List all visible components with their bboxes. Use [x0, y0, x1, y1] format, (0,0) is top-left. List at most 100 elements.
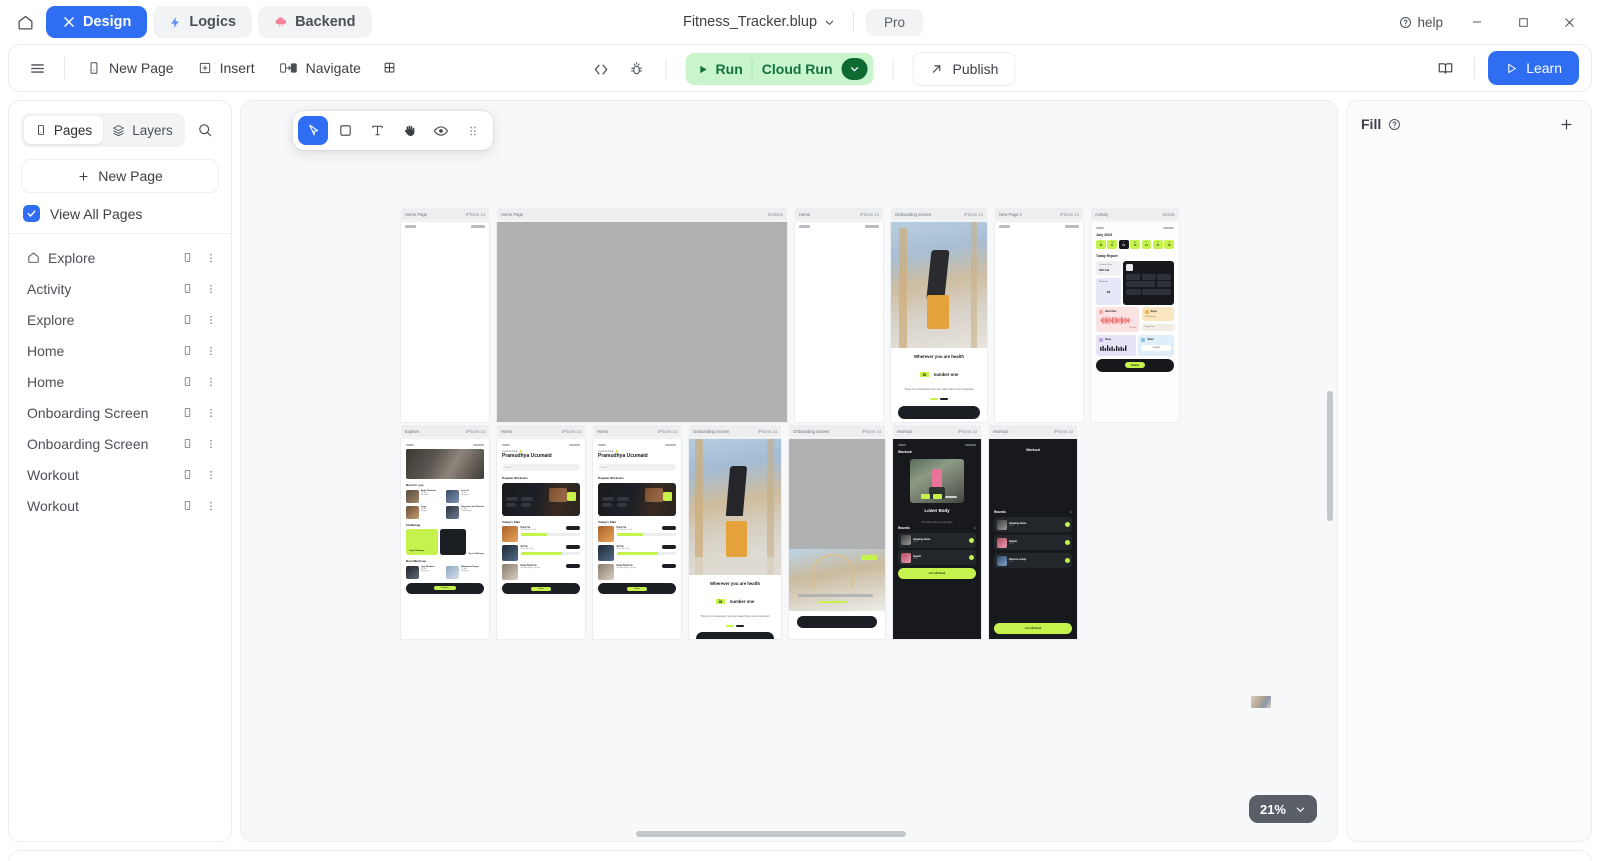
onboarding-cta-button[interactable] — [797, 616, 877, 628]
home-bottom-nav[interactable]: Home — [502, 583, 580, 595]
window-minimize-button[interactable] — [1456, 6, 1498, 38]
artboard-label[interactable]: Home iPhone 14 — [497, 425, 585, 437]
mode-tab-design[interactable]: Design — [46, 6, 148, 38]
cursor-tool[interactable] — [298, 116, 328, 145]
activity-card-note[interactable]: Keep it up — [1141, 323, 1174, 331]
page-device-icon[interactable] — [177, 278, 197, 300]
mode-tab-logics[interactable]: Logics — [153, 6, 253, 38]
workout-exercise-row[interactable]: Squats 01:00 — [994, 535, 1072, 550]
page-list-item[interactable]: Workout — [9, 459, 231, 490]
activity-card-water[interactable]: Water 4 cups — [1138, 334, 1174, 356]
page-list-item[interactable]: Explore — [9, 304, 231, 335]
hamburger-icon[interactable] — [21, 52, 53, 84]
home-plan-action-button[interactable] — [566, 545, 580, 550]
activity-day-chip[interactable]: F 15 — [1152, 240, 1163, 250]
workout-start-button[interactable]: Let's Workout — [898, 568, 976, 580]
activity-day-chip[interactable]: W 13 — [1130, 240, 1140, 250]
artboard[interactable]: Explore iPhone 14 Best for you Body Work… — [401, 425, 489, 639]
artboard-frame[interactable] — [497, 222, 787, 422]
search-icon[interactable] — [191, 116, 219, 144]
help-link[interactable]: help — [1390, 10, 1452, 35]
page-device-icon[interactable] — [177, 464, 197, 486]
artboard-frame[interactable]: Best for you Body Workout 12 Min Beginne… — [401, 439, 489, 639]
artboard[interactable]: Onboarding Screen iPhone 14 — [789, 425, 885, 639]
page-more-icon[interactable] — [201, 402, 221, 424]
page-list-item[interactable]: Onboarding Screen — [9, 397, 231, 428]
explore-card[interactable]: Yoga 30 Min Expert — [406, 505, 444, 519]
run-button[interactable]: Run — [698, 61, 743, 77]
page-device-icon[interactable] — [177, 495, 197, 517]
artboard[interactable]: Onboarding Screen iPhone 14 Wherever you… — [891, 208, 987, 422]
artboard-frame[interactable] — [795, 222, 883, 422]
activity-cta-button[interactable]: Details — [1096, 358, 1174, 372]
page-more-icon[interactable] — [201, 495, 221, 517]
workout-exercise-row[interactable]: Jumping Jacks 01:00 — [994, 517, 1072, 532]
window-maximize-button[interactable] — [1502, 6, 1544, 38]
explore-card[interactable]: Leg Workout 18 Min Beginner — [406, 565, 444, 579]
page-device-icon[interactable] — [177, 433, 197, 455]
preview-eye-tool[interactable] — [426, 116, 456, 145]
page-list-item[interactable]: Home — [9, 366, 231, 397]
artboard[interactable]: Workout iPhone 14 Workout Rounds 3x Jump… — [989, 425, 1077, 639]
view-all-pages-checkbox[interactable] — [23, 205, 40, 222]
zoom-control[interactable]: 21% — [1248, 795, 1317, 823]
artboard[interactable]: Home iPhone 14 Good morning 👋 Pramudhya … — [497, 425, 585, 639]
navigate-button[interactable]: Navigate — [268, 52, 372, 84]
page-more-icon[interactable] — [201, 309, 221, 331]
artboard-label[interactable]: Explore iPhone 14 — [401, 425, 489, 437]
artboard-frame[interactable]: Good morning 👋 Pramudhya Ucumaid Search … — [497, 439, 585, 639]
explore-challenge-tile[interactable]: Yoga Challenge — [406, 529, 438, 556]
artboard-frame[interactable] — [995, 222, 1083, 422]
book-icon[interactable] — [1429, 52, 1461, 84]
artboard[interactable]: Home iPhone 14 — [795, 208, 883, 422]
canvas-horizontal-scrollbar[interactable] — [241, 831, 1337, 837]
activity-day-chip-selected[interactable]: T 12 — [1118, 240, 1129, 250]
artboard-frame[interactable]: Workout Lower Body The lower body exerci… — [893, 439, 981, 639]
bug-icon[interactable] — [621, 53, 653, 85]
view-all-pages-row[interactable]: View All Pages — [9, 193, 231, 234]
stray-canvas-thumbnail[interactable] — [1251, 696, 1271, 708]
canvas-vertical-scrollbar[interactable] — [1327, 391, 1333, 521]
tab-pages[interactable]: Pages — [24, 116, 103, 144]
home-plan-action-button[interactable] — [662, 526, 676, 531]
artboard-frame[interactable]: Wherever you are health is number one Th… — [891, 222, 987, 422]
workout-exercise-row[interactable]: Reverse Lunge 01:00 — [994, 553, 1072, 568]
learn-button[interactable]: Learn — [1488, 51, 1579, 85]
artboard-label[interactable]: Workout iPhone 14 — [989, 425, 1077, 437]
artboard-frame[interactable]: Good morning 👋 Pramudhya Ucumaid Search … — [593, 439, 681, 639]
activity-card-sleep[interactable]: Sleep — [1096, 334, 1136, 356]
home-plan-action-button[interactable] — [662, 545, 676, 550]
home-icon[interactable] — [10, 7, 40, 37]
home-plan-item[interactable]: Push Up 100 Push up a day — [598, 526, 676, 543]
artboard[interactable]: Workout iPhone 14 Workout Lower Body The… — [893, 425, 981, 639]
more-tools-grid-icon[interactable] — [458, 116, 488, 145]
new-page-panel-button[interactable]: New Page — [21, 159, 219, 193]
home-plan-item[interactable]: Sit Up 40 Sit up a day — [598, 545, 676, 562]
explore-challenge-tile[interactable] — [440, 529, 467, 556]
activity-day-chip[interactable]: T 14 — [1141, 240, 1152, 250]
explore-card[interactable]: Body Workout 12 Min Beginner — [406, 489, 444, 503]
explore-card[interactable]: Recovery and Stretch 15 Min Intermediate — [446, 505, 484, 519]
frame-tool[interactable] — [330, 116, 360, 145]
onboarding-cta-button[interactable] — [696, 632, 774, 639]
page-more-icon[interactable] — [201, 340, 221, 362]
activity-day-chip[interactable]: S 10 — [1096, 240, 1106, 250]
page-more-icon[interactable] — [201, 433, 221, 455]
artboard-label[interactable]: Activity Mobile — [1091, 208, 1179, 220]
artboard-label[interactable]: Onboarding Screen iPhone 14 — [689, 425, 781, 437]
activity-card-heart-rate[interactable]: Heart Rate 82 bpm — [1096, 307, 1140, 333]
page-list-item[interactable]: Explore — [9, 242, 231, 273]
artboard[interactable]: Home Page Desktop — [497, 208, 787, 422]
question-circle-icon[interactable] — [1388, 118, 1401, 131]
workout-exercise-play-icon[interactable] — [968, 537, 974, 543]
page-more-icon[interactable] — [201, 464, 221, 486]
artboard-label[interactable]: Workout iPhone 14 — [893, 425, 981, 437]
plan-badge[interactable]: Pro — [866, 8, 924, 36]
page-more-icon[interactable] — [201, 371, 221, 393]
home-popular-card[interactable] — [502, 482, 580, 516]
home-plan-item[interactable]: Knee Push Up 30 Knee push up a day — [502, 564, 580, 581]
home-bottom-nav[interactable]: Home — [598, 583, 676, 595]
artboard-label[interactable]: Home iPhone 14 — [795, 208, 883, 220]
cloud-run-button[interactable]: Cloud Run — [762, 61, 833, 77]
activity-card-calories[interactable]: Calories Burn 645 Cal — [1096, 261, 1121, 276]
